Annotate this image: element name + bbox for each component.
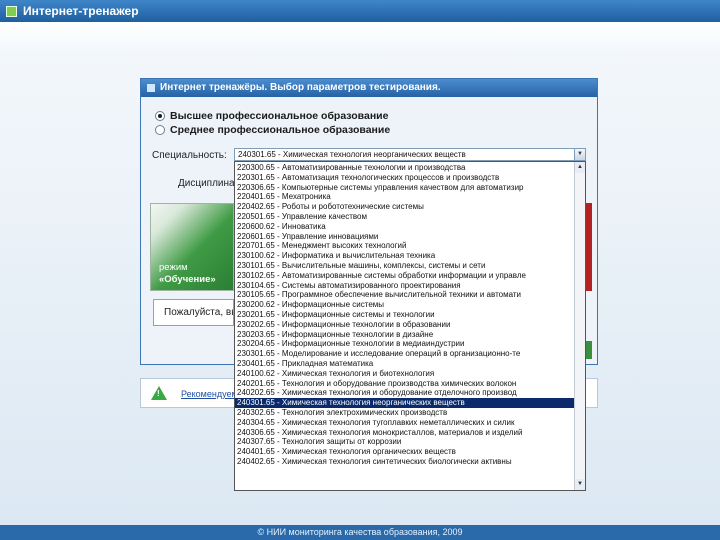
dropdown-option[interactable]: 240402.65 - Химическая технология синтет… [235,457,575,467]
dialog-title: Интернет тренажёры. Выбор параметров тес… [160,82,441,93]
dropdown-option[interactable]: 240202.65 - Химическая технология и обор… [235,388,575,398]
specialty-select-value: 240301.65 - Химическая технология неорга… [238,150,466,159]
discipline-label: Дисциплина: [178,178,238,189]
dropdown-option[interactable]: 240304.65 - Химическая технология тугопл… [235,418,575,428]
specialty-select[interactable]: 240301.65 - Химическая технология неорга… [234,148,586,161]
dropdown-options: 220300.65 - Автоматизированные технологи… [235,163,575,467]
scroll-down-icon[interactable]: ▼ [575,479,585,490]
radio-label: Высшее профессиональное образование [170,110,389,122]
warning-mark: ! [157,389,160,398]
dropdown-option[interactable]: 230201.65 - Информационные системы и тех… [235,310,575,320]
radio-button[interactable] [155,125,165,135]
dropdown-option[interactable]: 230100.62 - Информатика и вычислительная… [235,251,575,261]
footer: © НИИ мониторинга качества образования, … [0,525,720,540]
dropdown-option[interactable]: 240201.65 - Технология и оборудование пр… [235,379,575,389]
status-text: Пожалуйста, вы [164,307,234,318]
dropdown-option[interactable]: 230401.65 - Прикладная математика [235,359,575,369]
app-header: Интернет-тренажер [0,0,720,22]
mode-panel[interactable]: режим «Обучение» [150,203,234,291]
side-panel [586,203,592,291]
dropdown-option[interactable]: 230105.65 - Программное обеспечение вычи… [235,290,575,300]
dropdown-option[interactable]: 220300.65 - Автоматизированные технологи… [235,163,575,173]
dropdown-option[interactable]: 220301.65 - Автоматизация технологически… [235,173,575,183]
dropdown-option[interactable]: 230202.65 - Информационные технологии в … [235,320,575,330]
radio-label: Среднее профессиональное образование [170,124,391,136]
scrollbar[interactable]: ▲ ▼ [574,162,585,490]
dropdown-option[interactable]: 230101.65 - Вычислительные машины, компл… [235,261,575,271]
dropdown-option[interactable]: 220501.65 - Управление качеством [235,212,575,222]
dropdown-option[interactable]: 220306.65 - Компьютерные системы управле… [235,183,575,193]
app-title: Интернет-тренажер [23,4,139,18]
dropdown-option[interactable]: 230200.62 - Информационные системы [235,300,575,310]
dropdown-option[interactable]: 240306.65 - Химическая технология монокр… [235,428,575,438]
dropdown-option[interactable]: 220601.65 - Управление инновациями [235,232,575,242]
specialty-dropdown-list[interactable]: 220300.65 - Автоматизированные технологи… [234,161,586,491]
dropdown-option[interactable]: 230203.65 - Информационные технологии в … [235,330,575,340]
footer-text: © НИИ мониторинга качества образования, … [257,527,463,537]
mode-label-2: «Обучение» [159,274,216,285]
dropdown-option[interactable]: 230102.65 - Автоматизированные системы о… [235,271,575,281]
dropdown-option[interactable]: 230104.65 - Системы автоматизированного … [235,281,575,291]
dropdown-option[interactable]: 220701.65 - Менеджмент высоких технологи… [235,241,575,251]
radio-button[interactable] [155,111,165,121]
dropdown-option[interactable]: 220401.65 - Мехатроника [235,192,575,202]
chevron-down-icon[interactable]: ▼ [574,149,585,160]
dialog-icon [147,84,155,92]
dropdown-option[interactable]: 240401.65 - Химическая технология органи… [235,447,575,457]
dropdown-option[interactable]: 220600.62 - Инноватика [235,222,575,232]
dropdown-option[interactable]: 240307.65 - Технология защиты от коррози… [235,437,575,447]
scroll-up-icon[interactable]: ▲ [575,162,585,173]
dropdown-option[interactable]: 230301.65 - Моделирование и исследование… [235,349,575,359]
specialty-label: Специальность: [152,150,227,161]
dropdown-option[interactable]: 240301.65 - Химическая технология неорга… [235,398,575,408]
start-button[interactable] [586,341,592,359]
dropdown-option[interactable]: 240302.65 - Технология электрохимических… [235,408,575,418]
radio-secondary-education[interactable]: Среднее профессиональное образование [155,124,390,136]
mode-label-1: режим [159,262,188,273]
logo-icon [6,5,17,17]
dialog-title-bar: Интернет тренажёры. Выбор параметров тес… [141,79,597,97]
dropdown-option[interactable]: 220402.65 - Роботы и робототехнические с… [235,202,575,212]
status-message: Пожалуйста, вы [153,299,234,326]
radio-higher-education[interactable]: Высшее профессиональное образование [155,110,388,122]
dropdown-option[interactable]: 240100.62 - Химическая технология и биот… [235,369,575,379]
dropdown-option[interactable]: 230204.65 - Информационные технологии в … [235,339,575,349]
